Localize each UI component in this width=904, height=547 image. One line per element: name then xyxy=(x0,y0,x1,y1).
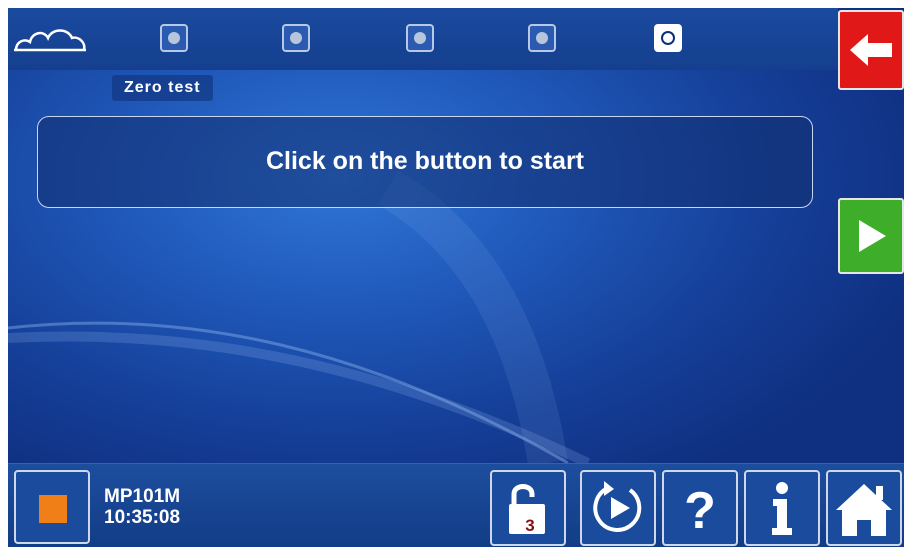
step-indicator-3[interactable] xyxy=(406,24,434,52)
bottom-toolbar: MP101M 10:35:08 3 ? xyxy=(8,463,904,547)
info-icon xyxy=(772,482,792,535)
message-box: Click on the button to start xyxy=(37,116,813,208)
section-title: Zero test xyxy=(112,75,213,101)
step-indicator-4[interactable] xyxy=(528,24,556,52)
help-button[interactable]: ? xyxy=(662,470,738,546)
step-indicator-2[interactable] xyxy=(282,24,310,52)
step-bar xyxy=(8,8,838,70)
cloud-icon xyxy=(12,22,88,59)
step-indicator-5[interactable] xyxy=(654,24,682,52)
home-icon xyxy=(836,484,892,536)
help-icon: ? xyxy=(684,482,716,540)
svg-text:?: ? xyxy=(684,482,716,540)
screen: Zero test Click on the button to start M… xyxy=(8,8,904,547)
stop-icon xyxy=(39,495,67,523)
replay-button[interactable] xyxy=(580,470,656,546)
replay-icon xyxy=(593,481,642,532)
stop-button[interactable] xyxy=(14,470,90,544)
play-icon xyxy=(859,220,886,252)
message-text: Click on the button to start xyxy=(265,147,585,175)
home-button[interactable] xyxy=(826,470,902,546)
unlock-button[interactable]: 3 xyxy=(490,470,566,546)
step-indicator-1[interactable] xyxy=(160,24,188,52)
arrow-left-icon xyxy=(850,34,892,66)
device-name: MP101M xyxy=(104,486,181,507)
back-button[interactable] xyxy=(838,10,904,90)
lock-level: 3 xyxy=(525,516,535,535)
clock-time: 10:35:08 xyxy=(104,507,181,528)
info-button[interactable] xyxy=(744,470,820,546)
next-button[interactable] xyxy=(838,198,904,274)
